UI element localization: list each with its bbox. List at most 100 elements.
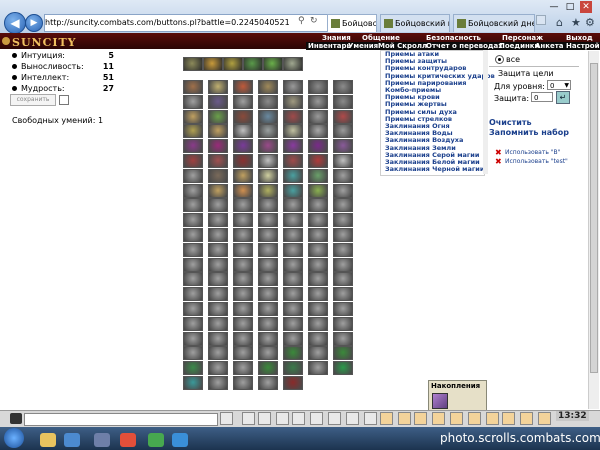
skill-icon[interactable] [283, 124, 303, 139]
skill-icon[interactable] [183, 361, 203, 376]
skill-icon[interactable] [233, 361, 253, 376]
skill-icon[interactable] [283, 168, 303, 183]
skill-icon[interactable] [308, 302, 328, 316]
skill-icon[interactable] [333, 213, 353, 228]
skill-icon[interactable] [258, 316, 278, 331]
skill-icon[interactable] [283, 361, 303, 376]
skill-icon[interactable] [183, 257, 203, 272]
skill-icon[interactable] [183, 109, 203, 124]
skill-icon[interactable] [258, 242, 278, 257]
skill-icon[interactable] [208, 198, 228, 213]
tab-3[interactable]: Бойцовский днев... [453, 14, 535, 32]
skill-icon[interactable] [333, 316, 353, 331]
selected-skill-icon[interactable] [263, 57, 283, 71]
skill-icon[interactable] [283, 198, 303, 213]
chat-tool-icon[interactable] [346, 412, 359, 425]
chat-tool-icon[interactable] [276, 412, 289, 425]
chat-tool-icon[interactable] [380, 412, 393, 425]
skill-icon[interactable] [208, 361, 228, 376]
skill-icon[interactable] [183, 80, 203, 94]
skill-icon[interactable] [258, 168, 278, 183]
chrome-icon[interactable] [120, 433, 136, 447]
back-button[interactable]: ◀ [4, 12, 26, 34]
skill-icon[interactable] [258, 376, 278, 390]
skill-icon[interactable] [233, 376, 253, 390]
skill-icon[interactable] [183, 346, 203, 361]
skill-icon[interactable] [233, 168, 253, 183]
skill-icon[interactable] [183, 331, 203, 346]
skill-icon[interactable] [258, 154, 278, 168]
skill-icon[interactable] [308, 346, 328, 361]
skill-icon[interactable] [208, 80, 228, 94]
skill-icon[interactable] [183, 316, 203, 331]
skill-icon[interactable] [208, 168, 228, 183]
chat-tool-icon[interactable] [486, 412, 499, 425]
skill-icon[interactable] [233, 124, 253, 139]
skill-icon[interactable] [183, 198, 203, 213]
skill-icon[interactable] [308, 198, 328, 213]
chat-tool-icon[interactable] [414, 412, 427, 425]
category-item[interactable]: Заклинания Черной магии [385, 165, 484, 173]
skill-icon[interactable] [233, 139, 253, 154]
chat-tool-icon[interactable] [328, 412, 341, 425]
skill-icon[interactable] [183, 139, 203, 154]
tab-1[interactable]: Бойцовский к... [327, 14, 377, 32]
chat-tool-icon[interactable] [220, 412, 233, 425]
skill-icon[interactable] [208, 331, 228, 346]
nav-character[interactable]: Персонаж [502, 34, 543, 42]
skill-icon[interactable] [208, 213, 228, 228]
skill-icon[interactable] [233, 154, 253, 168]
skill-icon[interactable] [258, 124, 278, 139]
tab-2[interactable]: Бойцовский клуб... [380, 14, 450, 32]
sub-inventory[interactable]: Инвентарь [308, 42, 351, 50]
skill-icon[interactable] [258, 302, 278, 316]
skill-icon[interactable] [208, 154, 228, 168]
skill-icon[interactable] [233, 302, 253, 316]
skill-icon[interactable] [333, 139, 353, 154]
skill-icon[interactable] [208, 139, 228, 154]
chat-tool-icon[interactable] [310, 412, 323, 425]
skill-icon[interactable] [308, 183, 328, 198]
sub-skills[interactable]: Умения [348, 42, 378, 50]
skill-icon[interactable] [283, 257, 303, 272]
skill-icon[interactable] [333, 109, 353, 124]
skill-icon[interactable] [233, 228, 253, 242]
skill-icon[interactable] [283, 272, 303, 287]
chat-tool-icon[interactable] [502, 412, 515, 425]
skill-icon[interactable] [333, 168, 353, 183]
skill-icon[interactable] [308, 361, 328, 376]
skill-icon[interactable] [308, 154, 328, 168]
vlc-icon[interactable] [94, 433, 110, 447]
sub-my-scroll[interactable]: Мой Скролл [378, 42, 427, 50]
selected-skill-icon[interactable] [203, 57, 223, 71]
skill-icon[interactable] [258, 257, 278, 272]
skill-icon[interactable] [258, 109, 278, 124]
skill-icon[interactable] [183, 154, 203, 168]
skill-icon[interactable] [333, 257, 353, 272]
skill-icon[interactable] [233, 287, 253, 302]
clear-link[interactable]: Очистить [489, 118, 532, 127]
skill-icon[interactable] [283, 183, 303, 198]
skill-icon[interactable] [333, 302, 353, 316]
skill-icon[interactable] [333, 183, 353, 198]
accumulation-icon[interactable] [432, 393, 448, 409]
skill-icon[interactable] [308, 331, 328, 346]
skill-icon[interactable] [208, 94, 228, 109]
skill-icon[interactable] [208, 183, 228, 198]
skill-icon[interactable] [183, 272, 203, 287]
skill-icon[interactable] [283, 346, 303, 361]
skill-icon[interactable] [183, 124, 203, 139]
skill-icon[interactable] [258, 94, 278, 109]
skill-icon[interactable] [258, 346, 278, 361]
skill-icon[interactable] [208, 302, 228, 316]
skill-icon[interactable] [283, 213, 303, 228]
nav-communication[interactable]: Общение [362, 34, 400, 42]
search-icon[interactable]: ⚲ [298, 16, 305, 26]
skill-icon[interactable] [333, 124, 353, 139]
skill-icon[interactable] [333, 287, 353, 302]
skill-icon[interactable] [308, 287, 328, 302]
selected-skill-icon[interactable] [183, 57, 203, 71]
skill-icon[interactable] [283, 331, 303, 346]
ie-icon[interactable] [172, 433, 188, 447]
skill-icon[interactable] [283, 154, 303, 168]
